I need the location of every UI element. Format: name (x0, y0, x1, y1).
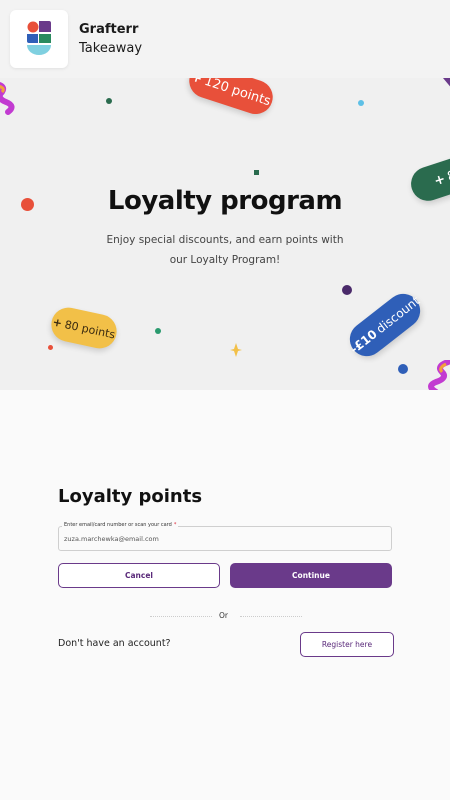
points-badge-yellow: + 80 points (48, 304, 120, 352)
badge-text: discount (373, 293, 423, 337)
hero-description: Enjoy special discounts, and earn points… (106, 234, 344, 266)
badge-prefix: -£10 (347, 326, 380, 357)
brand-subtitle: Takeaway (79, 41, 143, 56)
email-card-input-value[interactable]: zuza.marchewka@email.com (64, 535, 159, 543)
confetti-corner-purple (443, 78, 450, 90)
confetti-ribbon-right (426, 359, 450, 390)
brand-name: Grafterr (79, 22, 139, 37)
hero-banner: + 120 points + 80 + 80 points -£10 disco… (0, 78, 450, 390)
app-header: Grafterr Takeaway (0, 0, 450, 78)
badge-text: 80 points (63, 317, 117, 341)
or-separator: Or (219, 611, 228, 620)
grafterr-logo-icon (27, 21, 51, 55)
confetti-square (254, 170, 259, 175)
badge-text: 120 points (202, 78, 273, 109)
no-account-text: Don't have an account? (58, 638, 171, 649)
discount-badge-blue: -£10 discount (343, 286, 427, 364)
confetti-dot (155, 328, 161, 334)
divider-right (240, 616, 302, 617)
points-badge-red: + 120 points (184, 78, 278, 119)
brand-logo (10, 10, 68, 68)
email-card-input-label: Enter email/card number or scan your car… (62, 522, 179, 528)
confetti-dot (106, 98, 112, 104)
continue-button[interactable]: Continue (230, 563, 392, 588)
register-button[interactable]: Register here (300, 632, 394, 657)
loyalty-page: Grafterr Takeaway 120 points + 80 + 80 p… (0, 0, 450, 800)
confetti-dot (48, 345, 53, 350)
field-label-text: Enter email/card number or scan your car… (64, 522, 172, 528)
form-title: Loyalty points (58, 486, 203, 507)
confetti-sparkle (230, 342, 242, 357)
required-mark: * (173, 522, 177, 528)
page-title: Loyalty program (107, 186, 343, 216)
cancel-button[interactable]: Cancel (58, 563, 220, 588)
divider-left (150, 616, 212, 617)
badge-prefix: + (51, 315, 64, 330)
confetti-dot (342, 285, 352, 295)
confetti-dot (358, 100, 364, 106)
confetti-ribbon-left (0, 80, 22, 116)
confetti-dot (398, 364, 408, 374)
